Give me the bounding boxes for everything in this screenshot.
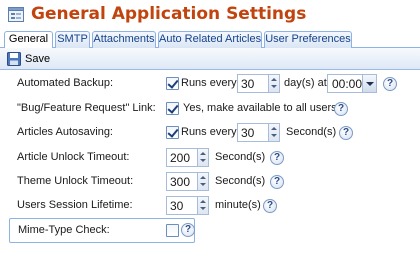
automated-backup-interval-stepper[interactable]: 30	[237, 74, 280, 93]
help-icon[interactable]: ?	[263, 199, 277, 213]
stepper-arrows-icon[interactable]	[197, 197, 208, 214]
setting-row-article-unlock-timeout: Article Unlock Timeout: 200 Second(s) ?	[9, 146, 418, 170]
setting-row-users-session-lifetime: Users Session Lifetime: 30 minute(s) ?	[9, 194, 418, 218]
title-bar: General Application Settings	[0, 0, 420, 30]
automated-backup-interval-value: 30	[241, 77, 255, 91]
automated-backup-label: Automated Backup:	[17, 77, 114, 89]
articles-autosaving-runs-every-text: Runs every	[181, 126, 237, 138]
settings-window-icon	[8, 7, 24, 22]
theme-unlock-timeout-unit: Second(s)	[215, 175, 266, 187]
setting-row-theme-unlock-timeout: Theme Unlock Timeout: 300 Second(s) ?	[9, 170, 418, 194]
mime-type-check-label: Mime-Type Check:	[18, 224, 110, 236]
automated-backup-runs-every-text: Runs every	[181, 77, 237, 89]
help-icon[interactable]: ?	[339, 126, 353, 140]
article-unlock-timeout-unit: Second(s)	[215, 151, 266, 163]
articles-autosaving-interval-stepper[interactable]: 30	[237, 123, 280, 142]
tab-auto-related-articles[interactable]: Auto Related Articles	[158, 31, 262, 48]
articles-autosaving-label: Articles Autosaving:	[17, 126, 113, 138]
setting-row-mime-type-check: Mime-Type Check: ?	[9, 218, 195, 243]
tab-user-preferences[interactable]: User Preferences	[264, 31, 352, 48]
help-icon[interactable]: ?	[270, 151, 284, 165]
automated-backup-checkbox[interactable]	[166, 77, 179, 90]
users-session-lifetime-stepper[interactable]: 30	[166, 196, 209, 215]
bug-feature-link-checkbox[interactable]	[166, 102, 179, 115]
stepper-arrows-icon[interactable]	[268, 75, 279, 92]
automated-backup-time-select[interactable]: 00:00	[327, 74, 377, 93]
help-icon[interactable]: ?	[270, 175, 284, 189]
page-title: General Application Settings	[31, 4, 307, 24]
help-icon[interactable]: ?	[181, 223, 195, 237]
setting-row-automated-backup: Automated Backup: Runs every 30 day(s) a…	[9, 72, 418, 96]
article-unlock-timeout-label: Article Unlock Timeout:	[17, 151, 130, 163]
help-icon[interactable]: ?	[334, 102, 348, 116]
tab-smtp[interactable]: SMTP	[55, 31, 90, 48]
theme-unlock-timeout-value: 300	[170, 175, 191, 189]
article-unlock-timeout-stepper[interactable]: 200	[166, 148, 209, 167]
mime-type-check-checkbox[interactable]	[166, 224, 179, 237]
stepper-arrows-icon[interactable]	[197, 149, 208, 166]
users-session-lifetime-value: 30	[170, 199, 184, 213]
users-session-lifetime-label: Users Session Lifetime:	[17, 199, 133, 211]
theme-unlock-timeout-label: Theme Unlock Timeout:	[17, 175, 134, 187]
tab-attachments[interactable]: Attachments	[92, 31, 156, 48]
toolbar: Save	[0, 48, 420, 70]
setting-row-articles-autosaving: Articles Autosaving: Runs every 30 Secon…	[9, 121, 418, 145]
bug-feature-link-label: "Bug/Feature Request" Link:	[17, 102, 156, 114]
automated-backup-day-suffix: day(s) at	[284, 77, 327, 89]
save-button[interactable]: Save	[5, 50, 53, 68]
save-button-label: Save	[25, 53, 51, 65]
chevron-down-icon[interactable]	[362, 75, 376, 92]
help-icon[interactable]: ?	[383, 77, 397, 91]
articles-autosaving-unit: Second(s)	[286, 126, 337, 138]
article-unlock-timeout-value: 200	[170, 151, 191, 165]
automated-backup-time-value: 00:00	[332, 77, 363, 91]
articles-autosaving-interval-value: 30	[241, 126, 255, 140]
tab-general[interactable]: General	[4, 31, 53, 49]
tab-strip: General SMTP Attachments Auto Related Ar…	[0, 30, 420, 49]
setting-row-bug-feature-link: "Bug/Feature Request" Link: Yes, make av…	[9, 97, 418, 121]
bug-feature-link-text: Yes, make available to all users.	[183, 102, 340, 114]
users-session-lifetime-unit: minute(s)	[215, 199, 261, 211]
save-disk-icon	[7, 52, 21, 66]
articles-autosaving-checkbox[interactable]	[166, 126, 179, 139]
stepper-arrows-icon[interactable]	[197, 173, 208, 190]
stepper-arrows-icon[interactable]	[268, 124, 279, 141]
theme-unlock-timeout-stepper[interactable]: 300	[166, 172, 209, 191]
